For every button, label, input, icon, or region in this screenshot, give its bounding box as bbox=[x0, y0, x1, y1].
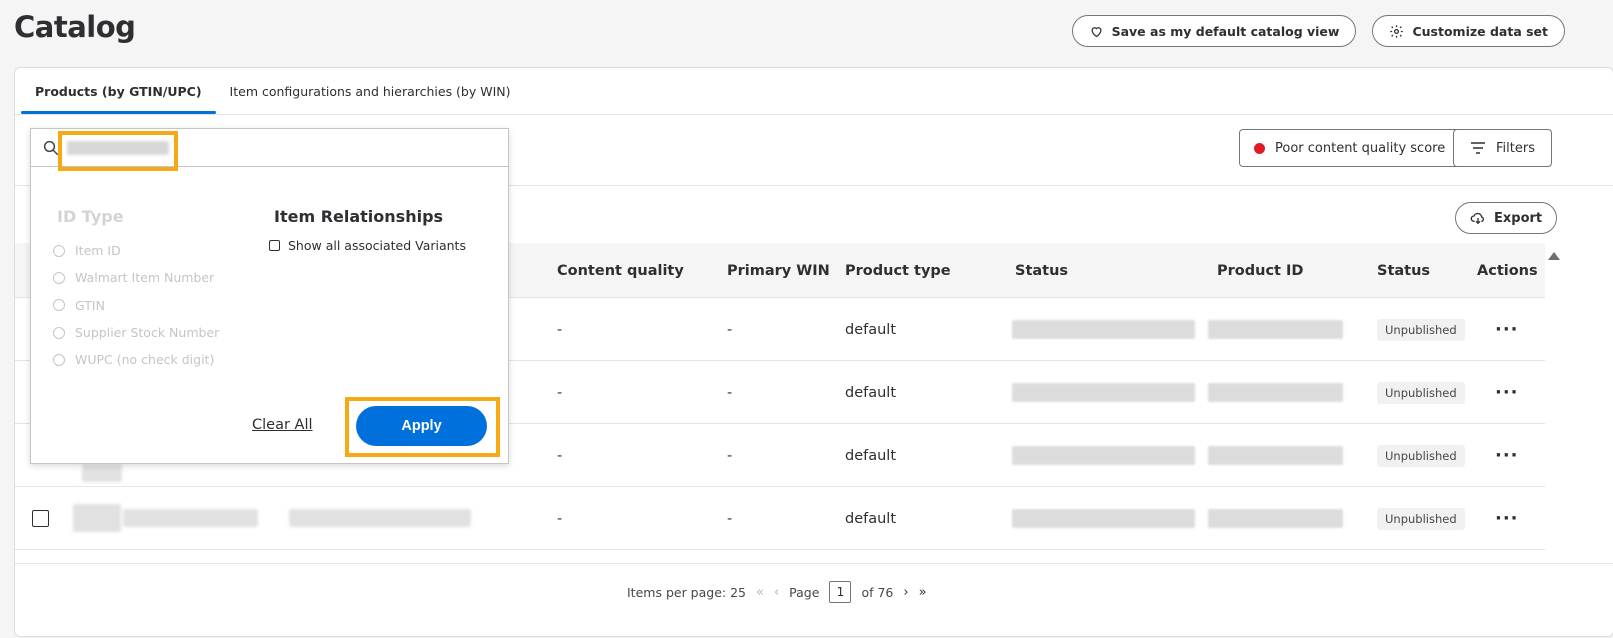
radio-button[interactable] bbox=[53, 244, 65, 257]
save-default-view-label: Save as my default catalog view bbox=[1111, 23, 1340, 39]
status-redacted bbox=[1012, 320, 1195, 339]
radio-button[interactable] bbox=[53, 326, 65, 339]
product-id-redacted bbox=[1208, 446, 1343, 465]
id-type-label: Item ID bbox=[75, 243, 121, 259]
radio-button[interactable] bbox=[53, 353, 65, 366]
show-variants-option[interactable]: Show all associated Variants bbox=[269, 238, 466, 253]
id-type-option[interactable]: Walmart Item Number bbox=[53, 264, 219, 291]
status-badge: Unpublished bbox=[1377, 507, 1465, 530]
page-title: Catalog bbox=[14, 10, 136, 44]
primary-win-cell: - bbox=[727, 510, 733, 527]
status-badge: Unpublished bbox=[1377, 318, 1465, 341]
id-type-label: Walmart Item Number bbox=[75, 270, 215, 286]
content-quality-cell: - bbox=[557, 510, 563, 527]
customize-data-set-label: Customize data set bbox=[1412, 23, 1548, 39]
gear-icon bbox=[1390, 24, 1404, 38]
first-page-icon[interactable]: « bbox=[756, 585, 764, 600]
clear-all-link[interactable]: Clear All bbox=[252, 417, 313, 433]
id-type-option[interactable]: WUPC (no check digit) bbox=[53, 346, 219, 373]
id-type-title: ID Type bbox=[57, 207, 124, 226]
customize-data-set-button[interactable]: Customize data set bbox=[1372, 15, 1565, 47]
scroll-up-arrow[interactable] bbox=[1548, 252, 1560, 260]
id-type-label: GTIN bbox=[75, 297, 105, 313]
product-type-cell: default bbox=[845, 510, 897, 527]
content-quality-cell: - bbox=[557, 384, 563, 401]
pagination: Items per page: 25 « ‹ Page 1 of 76 › » bbox=[627, 581, 927, 603]
item-relationships-title: Item Relationships bbox=[274, 207, 444, 226]
row-actions-menu[interactable]: ··· bbox=[1495, 508, 1519, 529]
id-type-option[interactable]: Supplier Stock Number bbox=[53, 319, 219, 346]
tabs-divider bbox=[15, 114, 1613, 115]
pagination-footer: Items per page: 25 « ‹ Page 1 of 76 › » bbox=[15, 563, 1613, 638]
column-header-content-quality[interactable]: Content quality bbox=[557, 243, 684, 298]
radio-button[interactable] bbox=[53, 299, 65, 312]
product-id-redacted bbox=[1208, 383, 1343, 402]
top-actions: Save as my default catalog view Customiz… bbox=[1071, 15, 1565, 47]
show-variants-checkbox[interactable] bbox=[269, 240, 280, 251]
save-default-view-button[interactable]: Save as my default catalog view bbox=[1071, 15, 1357, 47]
apply-highlight-box bbox=[345, 397, 500, 457]
catalog-tabs: Products (by GTIN/UPC) Item configuratio… bbox=[21, 68, 525, 114]
primary-win-cell: - bbox=[727, 447, 733, 464]
red-dot-icon bbox=[1254, 142, 1265, 154]
id-type-option[interactable]: Item ID bbox=[53, 237, 219, 264]
id-type-label: Supplier Stock Number bbox=[75, 325, 220, 341]
column-header-status[interactable]: Status bbox=[1015, 243, 1068, 298]
items-per-page[interactable]: Items per page: 25 bbox=[627, 585, 746, 600]
show-variants-label: Show all associated Variants bbox=[288, 238, 466, 253]
search-highlight-box bbox=[58, 131, 178, 171]
previous-page-icon[interactable]: ‹ bbox=[774, 585, 779, 600]
current-page-input[interactable]: 1 bbox=[829, 581, 852, 603]
column-header-actions: Actions bbox=[1477, 262, 1538, 279]
next-page-icon[interactable]: › bbox=[903, 585, 908, 600]
row-actions-menu[interactable]: ··· bbox=[1495, 382, 1519, 403]
poor-content-quality-filter-button[interactable]: Poor content quality score bbox=[1239, 129, 1461, 167]
column-header-product-id[interactable]: Product ID bbox=[1217, 243, 1303, 298]
product-type-cell: default bbox=[845, 447, 897, 464]
page-label: Page bbox=[789, 584, 820, 600]
filter-lines-icon bbox=[1471, 142, 1485, 154]
tab-products[interactable]: Products (by GTIN/UPC) bbox=[21, 68, 216, 114]
content-quality-cell: - bbox=[557, 447, 563, 464]
product-id-redacted bbox=[1208, 320, 1343, 339]
product-name-redacted[interactable] bbox=[123, 509, 258, 527]
status-redacted bbox=[1012, 509, 1195, 528]
table-row[interactable]: - - default Unpublished ··· bbox=[15, 487, 1545, 550]
primary-win-cell: - bbox=[727, 321, 733, 338]
product-info-redacted bbox=[289, 509, 471, 527]
id-type-option[interactable]: GTIN bbox=[53, 292, 219, 319]
filters-label: Filters bbox=[1496, 140, 1535, 156]
status-redacted bbox=[1012, 383, 1195, 402]
row-select-checkbox[interactable] bbox=[32, 510, 49, 527]
column-header-publish-status[interactable]: Status bbox=[1377, 243, 1430, 298]
id-type-label: WUPC (no check digit) bbox=[75, 352, 215, 368]
last-page-icon[interactable]: » bbox=[919, 585, 927, 600]
cloud-download-icon bbox=[1470, 212, 1484, 225]
column-header-primary-win[interactable]: Primary WIN bbox=[727, 243, 830, 298]
product-id-redacted bbox=[1208, 509, 1343, 528]
status-redacted bbox=[1012, 446, 1195, 465]
export-label: Export bbox=[1494, 210, 1543, 226]
quality-filter-label: Poor content quality score bbox=[1275, 140, 1446, 156]
id-type-radio-group: Item ID Walmart Item Number GTIN Supplie… bbox=[53, 237, 219, 373]
tab-item-configurations[interactable]: Item configurations and hierarchies (by … bbox=[216, 68, 525, 114]
content-quality-cell: - bbox=[557, 321, 563, 338]
radio-button[interactable] bbox=[53, 271, 65, 284]
product-type-cell: default bbox=[845, 321, 897, 338]
filters-button[interactable]: Filters bbox=[1453, 129, 1552, 167]
product-thumbnail bbox=[73, 504, 121, 532]
page-total: of 76 bbox=[861, 584, 894, 600]
primary-win-cell: - bbox=[727, 384, 733, 401]
row-actions-menu[interactable]: ··· bbox=[1495, 445, 1519, 466]
product-thumbnail bbox=[82, 464, 122, 482]
heart-icon bbox=[1091, 26, 1102, 37]
row-actions-menu[interactable]: ··· bbox=[1495, 319, 1519, 340]
column-header-product-type[interactable]: Product type bbox=[845, 243, 951, 298]
export-button[interactable]: Export bbox=[1455, 202, 1558, 234]
status-badge: Unpublished bbox=[1377, 381, 1465, 404]
product-type-cell: default bbox=[845, 384, 897, 401]
status-badge: Unpublished bbox=[1377, 444, 1465, 467]
